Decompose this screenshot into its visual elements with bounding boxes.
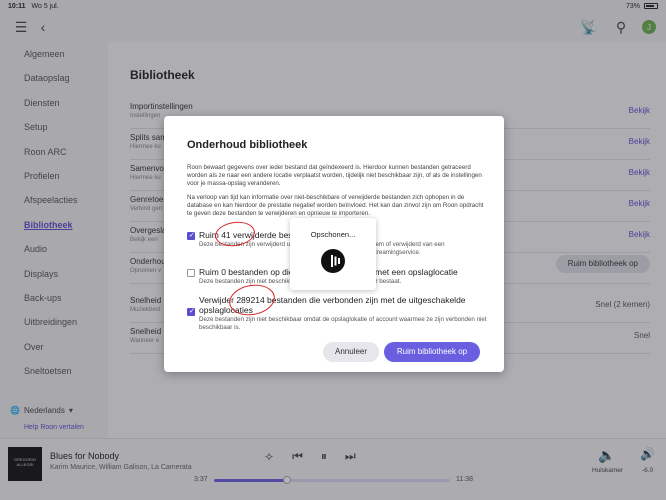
checkbox-deleted[interactable] xyxy=(187,231,195,240)
cleanup-progress-popup: Opschonen... xyxy=(290,218,376,290)
option-label-text: Ruim 0 bestanden op die xyxy=(199,267,294,277)
progress-text: Opschonen... xyxy=(310,230,356,239)
cancel-button[interactable]: Annuleer xyxy=(323,342,379,362)
checkbox-disabled-locations[interactable] xyxy=(187,307,195,316)
option-desc-tail: eem of verwijderd van een streamingservi… xyxy=(372,241,445,256)
dialog-title: Onderhoud bibliotheek xyxy=(187,139,308,151)
checkbox-no-location[interactable] xyxy=(187,269,195,277)
option-desc: Deze bestanden zijn niet beschikbaar omd… xyxy=(199,316,487,331)
dialog-paragraph-2: Na verloop van tijd kan informatie over … xyxy=(187,194,484,217)
cleanup-library-confirm-button[interactable]: Ruim bibliotheek op xyxy=(384,342,480,362)
dialog-paragraph-1: Roon bewaart gegevens over ieder bestand… xyxy=(187,164,482,187)
option-desc-tail: er bestaat. xyxy=(372,278,402,285)
roon-logo-icon xyxy=(321,249,345,273)
option-label-tail: met een opslaglocatie xyxy=(375,267,458,277)
